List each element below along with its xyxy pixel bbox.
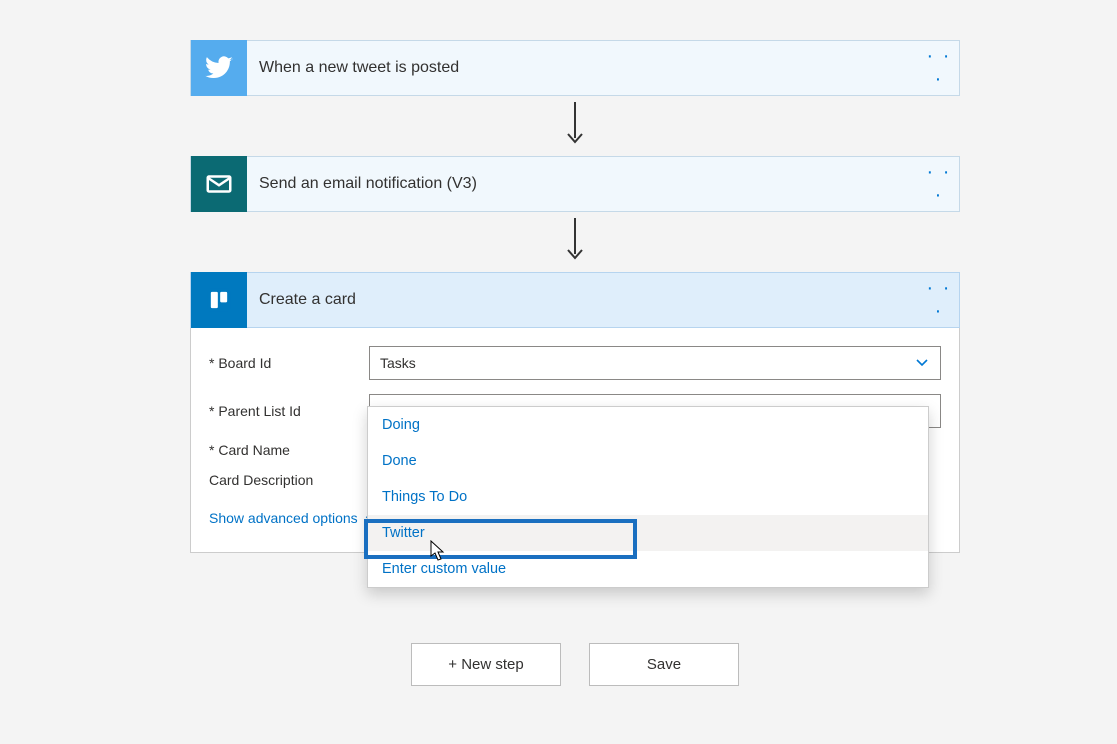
step-create-card-header[interactable]: Create a card · · · xyxy=(190,272,960,328)
step-menu-button[interactable]: · · · xyxy=(919,277,959,323)
trello-icon xyxy=(191,272,247,328)
advanced-options-label: Show advanced options xyxy=(209,510,358,526)
flow-arrow-icon xyxy=(190,102,960,146)
dropdown-option-doing[interactable]: Doing xyxy=(368,407,928,443)
dropdown-option-things[interactable]: Things To Do xyxy=(368,479,928,515)
step-menu-button[interactable]: · · · xyxy=(919,45,959,91)
card-name-label: Card Name xyxy=(209,442,369,458)
board-id-label: Board Id xyxy=(209,355,369,371)
new-step-button[interactable]: + New step xyxy=(411,643,561,686)
flow-arrow-icon xyxy=(190,218,960,262)
step-send-email[interactable]: Send an email notification (V3) · · · xyxy=(190,156,960,212)
dropdown-option-done[interactable]: Done xyxy=(368,443,928,479)
bottom-actions: + New step Save xyxy=(190,643,960,686)
dropdown-option-twitter[interactable]: Twitter xyxy=(368,515,928,551)
card-description-label: Card Description xyxy=(209,472,369,488)
step-title: When a new tweet is posted xyxy=(247,59,919,77)
step-title: Create a card xyxy=(247,291,919,309)
dropdown-option-custom[interactable]: Enter custom value xyxy=(368,551,928,587)
step-menu-button[interactable]: · · · xyxy=(919,161,959,207)
save-button[interactable]: Save xyxy=(589,643,739,686)
parent-list-id-label: Parent List Id xyxy=(209,403,369,419)
show-advanced-options-link[interactable]: Show advanced options xyxy=(209,510,376,526)
board-id-select[interactable]: Tasks xyxy=(369,346,941,380)
step-title: Send an email notification (V3) xyxy=(247,175,919,193)
create-card-form: Board Id Tasks Parent List Id The id of … xyxy=(190,328,960,553)
parent-list-dropdown: Doing Done Things To Do Twitter Enter cu… xyxy=(367,406,929,588)
step-twitter-trigger[interactable]: When a new tweet is posted · · · xyxy=(190,40,960,96)
twitter-icon xyxy=(191,40,247,96)
chevron-down-icon xyxy=(914,354,930,373)
mail-icon xyxy=(191,156,247,212)
board-id-value: Tasks xyxy=(380,355,416,371)
